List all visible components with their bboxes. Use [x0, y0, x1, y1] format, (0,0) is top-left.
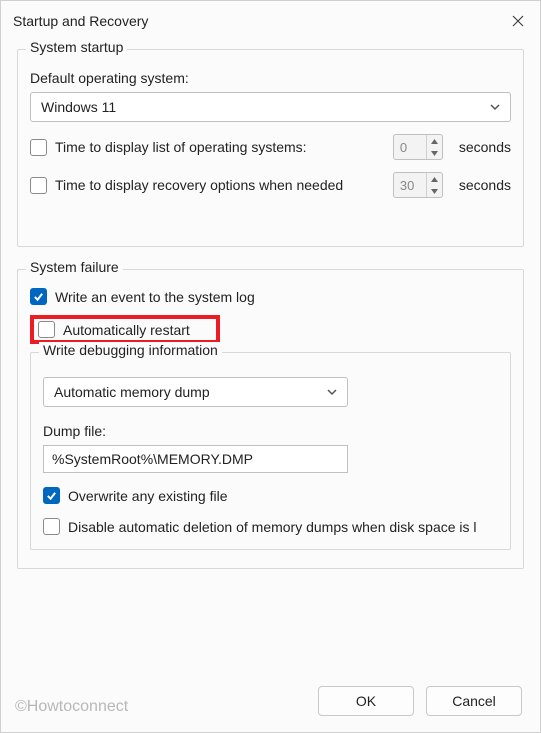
write-event-label: Write an event to the system log	[55, 289, 511, 305]
system-failure-legend: System failure	[26, 259, 123, 275]
spin-down-icon[interactable]	[427, 147, 442, 159]
dump-file-input[interactable]: %SystemRoot%\MEMORY.DMP	[43, 445, 348, 473]
time-list-value: 0	[394, 135, 426, 159]
auto-restart-checkbox[interactable]	[38, 321, 55, 338]
time-list-row: Time to display list of operating system…	[30, 134, 511, 160]
write-event-checkbox[interactable]	[30, 288, 47, 305]
write-debug-group: Write debugging information Automatic me…	[30, 352, 511, 550]
window-title: Startup and Recovery	[13, 13, 148, 29]
auto-restart-label: Automatically restart	[63, 322, 212, 338]
time-list-label: Time to display list of operating system…	[55, 139, 385, 155]
spin-down-icon[interactable]	[427, 185, 442, 197]
content-area: System startup Default operating system:…	[1, 41, 540, 569]
chevron-down-icon	[490, 99, 500, 115]
disable-delete-row: Disable automatic deletion of memory dum…	[43, 518, 498, 535]
time-recovery-label: Time to display recovery options when ne…	[55, 177, 385, 193]
dump-type-value: Automatic memory dump	[54, 384, 210, 400]
write-debug-legend: Write debugging information	[39, 342, 222, 358]
system-failure-group: System failure Write an event to the sys…	[17, 269, 524, 569]
write-event-row: Write an event to the system log	[30, 288, 511, 305]
disable-delete-checkbox[interactable]	[43, 518, 60, 535]
dump-type-dropdown[interactable]: Automatic memory dump	[43, 377, 348, 407]
dump-file-value: %SystemRoot%\MEMORY.DMP	[52, 451, 253, 467]
overwrite-checkbox[interactable]	[43, 487, 60, 504]
disable-delete-label: Disable automatic deletion of memory dum…	[68, 519, 477, 535]
spinner-buttons-2	[426, 173, 442, 197]
default-os-label: Default operating system:	[30, 70, 511, 86]
time-recovery-spinner[interactable]: 30	[393, 172, 443, 198]
spinner-buttons	[426, 135, 442, 159]
seconds-label-1: seconds	[459, 139, 511, 155]
spin-up-icon[interactable]	[427, 173, 442, 185]
chevron-down-icon	[327, 384, 337, 400]
titlebar: Startup and Recovery	[1, 1, 540, 41]
auto-restart-highlight: Automatically restart	[30, 315, 220, 344]
time-recovery-value: 30	[394, 173, 426, 197]
ok-button[interactable]: OK	[318, 686, 414, 716]
time-list-spinner[interactable]: 0	[393, 134, 443, 160]
overwrite-row: Overwrite any existing file	[43, 487, 498, 504]
close-icon[interactable]	[508, 11, 528, 31]
default-os-dropdown[interactable]: Windows 11	[30, 92, 511, 122]
system-startup-legend: System startup	[26, 39, 127, 55]
time-recovery-checkbox[interactable]	[30, 177, 47, 194]
cancel-button[interactable]: Cancel	[426, 686, 522, 716]
seconds-label-2: seconds	[459, 177, 511, 193]
button-bar: OK Cancel	[318, 686, 522, 716]
time-recovery-row: Time to display recovery options when ne…	[30, 172, 511, 198]
dump-file-label: Dump file:	[43, 423, 498, 439]
dialog-window: Startup and Recovery System startup Defa…	[0, 0, 541, 733]
spin-up-icon[interactable]	[427, 135, 442, 147]
default-os-value: Windows 11	[41, 99, 116, 115]
overwrite-label: Overwrite any existing file	[68, 488, 498, 504]
watermark-text: ©Howtoconnect	[15, 698, 128, 716]
system-startup-group: System startup Default operating system:…	[17, 49, 524, 247]
time-list-checkbox[interactable]	[30, 139, 47, 156]
